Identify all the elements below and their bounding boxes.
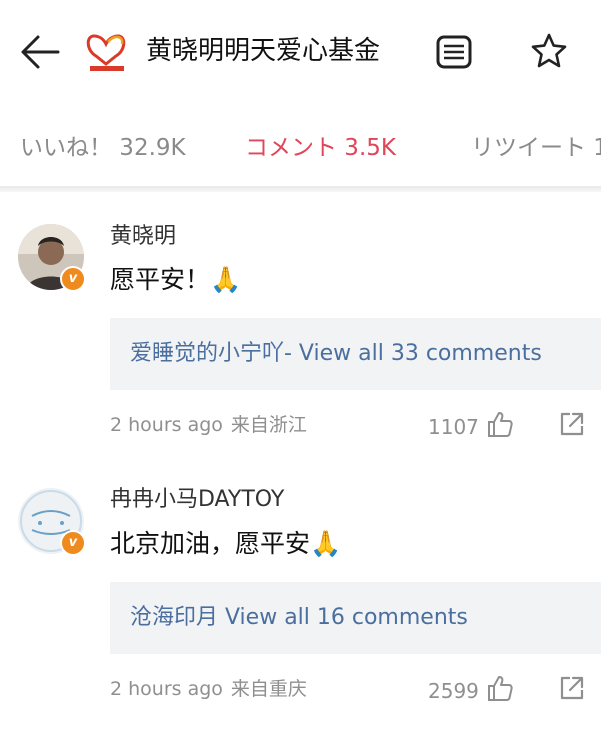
verified-badge-icon: v	[60, 530, 86, 556]
like-count: 2599	[428, 679, 479, 703]
comment-location: 来自重庆	[230, 678, 307, 700]
comment-text: 愿平安！🙏	[110, 265, 242, 294]
comment-time: 2 hours ago	[110, 678, 223, 700]
like-count: 1107	[428, 415, 479, 439]
comment-username[interactable]: 黄晓明	[110, 222, 176, 252]
share-icon[interactable]	[558, 674, 586, 702]
page-title: 黄晓明明天爱心基金	[146, 36, 381, 66]
thumbs-up-icon[interactable]	[486, 410, 514, 438]
thumbs-up-icon[interactable]	[486, 674, 514, 702]
star-icon[interactable]	[530, 32, 568, 70]
comment-username[interactable]: 冉冉小马DAYTOY	[110, 485, 284, 515]
tab-likes[interactable]: いいね！ 32.9K	[20, 132, 186, 164]
view-replies-link[interactable]: 爱睡觉的小宁吖- View all 33 comments	[130, 338, 542, 370]
tab-comments[interactable]: コメント 3.5K	[245, 132, 396, 164]
avatar[interactable]: v	[18, 224, 86, 292]
top-bar: 黄晓明明天爱心基金	[0, 0, 601, 104]
tab-reposts[interactable]: リツイート 1	[471, 132, 601, 164]
replies-box[interactable]: 沧海印月 View all 16 comments	[110, 582, 601, 654]
share-icon[interactable]	[558, 410, 586, 438]
comment-location: 来自浙江	[230, 414, 307, 436]
divider	[0, 186, 601, 192]
verified-badge-icon: v	[60, 266, 86, 292]
tab-bar: いいね！ 32.9K コメント 3.5K リツイート 1	[0, 112, 601, 184]
avatar[interactable]: v	[18, 488, 86, 556]
view-replies-link[interactable]: 沧海印月 View all 16 comments	[130, 602, 468, 634]
back-arrow-icon[interactable]	[20, 34, 60, 70]
foundation-logo[interactable]	[84, 28, 130, 74]
menu-icon[interactable]	[436, 35, 472, 69]
comment-meta: 2 hours ago 来自重庆	[110, 675, 307, 703]
comment-meta: 2 hours ago 来自浙江	[110, 411, 307, 439]
replies-box[interactable]: 爱睡觉的小宁吖- View all 33 comments	[110, 318, 601, 390]
comment-time: 2 hours ago	[110, 414, 223, 436]
comment-text: 北京加油，愿平安🙏	[110, 529, 342, 558]
